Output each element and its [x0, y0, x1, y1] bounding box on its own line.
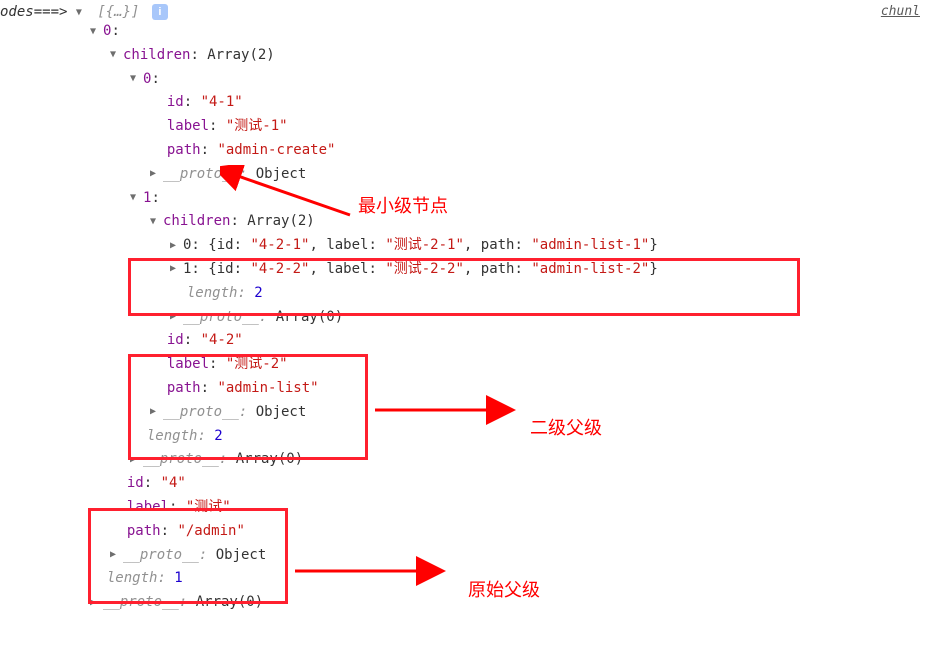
tree-row[interactable]: id: "4-2": [0, 329, 928, 353]
key-proto: __proto__: [163, 166, 239, 182]
val-string: "4": [161, 475, 186, 491]
key-id: id: [127, 475, 144, 491]
val-string: "测试-2": [226, 356, 288, 372]
val-number: 1: [174, 570, 182, 586]
key-length: length: [147, 428, 198, 444]
tree-row[interactable]: length: 2: [0, 425, 928, 449]
chevron-down-icon[interactable]: [130, 189, 141, 206]
chevron-right-icon[interactable]: [170, 308, 181, 325]
info-icon[interactable]: i: [152, 4, 168, 20]
tree-row[interactable]: path: "admin-create": [0, 139, 928, 163]
tree-row[interactable]: path: "admin-list": [0, 377, 928, 401]
tree-row[interactable]: id: "4": [0, 472, 928, 496]
key-path: path: [167, 142, 201, 158]
val-number: 2: [214, 428, 222, 444]
key-children: children: [123, 47, 190, 63]
tree-row[interactable]: __proto__: Object: [0, 401, 928, 425]
val-string: "4-1": [201, 94, 243, 110]
object-preview: {id: "4-2-1", label: "测试-2-1", path: "ad…: [208, 237, 658, 253]
chevron-right-icon[interactable]: [110, 546, 121, 563]
object-tree: 0: children: Array(2) 0: id: "4-1" label…: [0, 20, 928, 615]
tree-row[interactable]: __proto__: Object: [0, 163, 928, 187]
key-path: path: [167, 380, 201, 396]
val-array: Array(0): [276, 309, 343, 325]
key-proto: __proto__: [163, 404, 239, 420]
val-object: Object: [216, 547, 267, 563]
key-id: id: [167, 94, 184, 110]
key-proto: __proto__: [103, 594, 179, 610]
tree-row[interactable]: label: "测试": [0, 496, 928, 520]
chevron-down-icon[interactable]: [110, 46, 121, 63]
key-children: children: [163, 213, 230, 229]
chevron-right-icon[interactable]: [170, 260, 181, 277]
key-label: label: [127, 499, 169, 515]
expand-arrow-icon[interactable]: [76, 7, 87, 18]
val-array: Array(2): [247, 213, 314, 229]
tree-row[interactable]: length: 1: [0, 567, 928, 591]
val-string: "测试-1": [226, 118, 288, 134]
tree-row[interactable]: path: "/admin": [0, 520, 928, 544]
chevron-right-icon[interactable]: [170, 237, 181, 254]
tree-row[interactable]: __proto__: Array(0): [0, 306, 928, 330]
tree-row[interactable]: id: "4-1": [0, 91, 928, 115]
val-object: Object: [256, 404, 307, 420]
val-array: Array(0): [196, 594, 263, 610]
tree-row[interactable]: children: Array(2): [0, 44, 928, 68]
val-number: 2: [254, 285, 262, 301]
chevron-right-icon[interactable]: [90, 594, 101, 611]
tree-row[interactable]: 0:: [0, 68, 928, 92]
val-string: "4-2": [201, 332, 243, 348]
key-proto: __proto__: [123, 547, 199, 563]
val-string: "admin-list": [217, 380, 318, 396]
chevron-down-icon[interactable]: [150, 213, 161, 230]
console-log-prefix: odes===>: [0, 4, 67, 20]
chevron-down-icon[interactable]: [130, 70, 141, 87]
key-proto: __proto__: [183, 309, 259, 325]
tree-row[interactable]: children: Array(2): [0, 210, 928, 234]
chevron-right-icon[interactable]: [150, 165, 161, 182]
val-string: "测试": [186, 499, 231, 515]
tree-row[interactable]: __proto__: Array(0): [0, 448, 928, 472]
tree-row[interactable]: 1:: [0, 187, 928, 211]
key-proto: __proto__: [143, 451, 219, 467]
source-link[interactable]: chunl: [881, 4, 920, 19]
tree-row[interactable]: __proto__: Array(0): [0, 591, 928, 615]
val-object: Object: [256, 166, 307, 182]
key-index: 1:: [183, 261, 208, 277]
tree-row[interactable]: label: "测试-1": [0, 115, 928, 139]
tree-row[interactable]: label: "测试-2": [0, 353, 928, 377]
key-label: label: [167, 356, 209, 372]
val-array: Array(0): [236, 451, 303, 467]
object-preview: {id: "4-2-2", label: "测试-2-2", path: "ad…: [208, 261, 658, 277]
key-length: length: [107, 570, 158, 586]
key-id: id: [167, 332, 184, 348]
chevron-right-icon[interactable]: [150, 403, 161, 420]
tree-row[interactable]: 0: {id: "4-2-1", label: "测试-2-1", path: …: [0, 234, 928, 258]
val-string: "admin-create": [217, 142, 335, 158]
tree-row[interactable]: __proto__: Object: [0, 544, 928, 568]
key-index: 0:: [183, 237, 208, 253]
chevron-down-icon[interactable]: [90, 23, 101, 40]
tree-row[interactable]: 0:: [0, 20, 928, 44]
chevron-right-icon[interactable]: [130, 451, 141, 468]
tree-row[interactable]: 1: {id: "4-2-2", label: "测试-2-2", path: …: [0, 258, 928, 282]
array-summary[interactable]: [{…}]: [97, 4, 139, 20]
val-array: Array(2): [207, 47, 274, 63]
val-string: "/admin": [177, 523, 244, 539]
key-length: length: [187, 285, 238, 301]
tree-row[interactable]: length: 2: [0, 282, 928, 306]
key-label: label: [167, 118, 209, 134]
key-path: path: [127, 523, 161, 539]
